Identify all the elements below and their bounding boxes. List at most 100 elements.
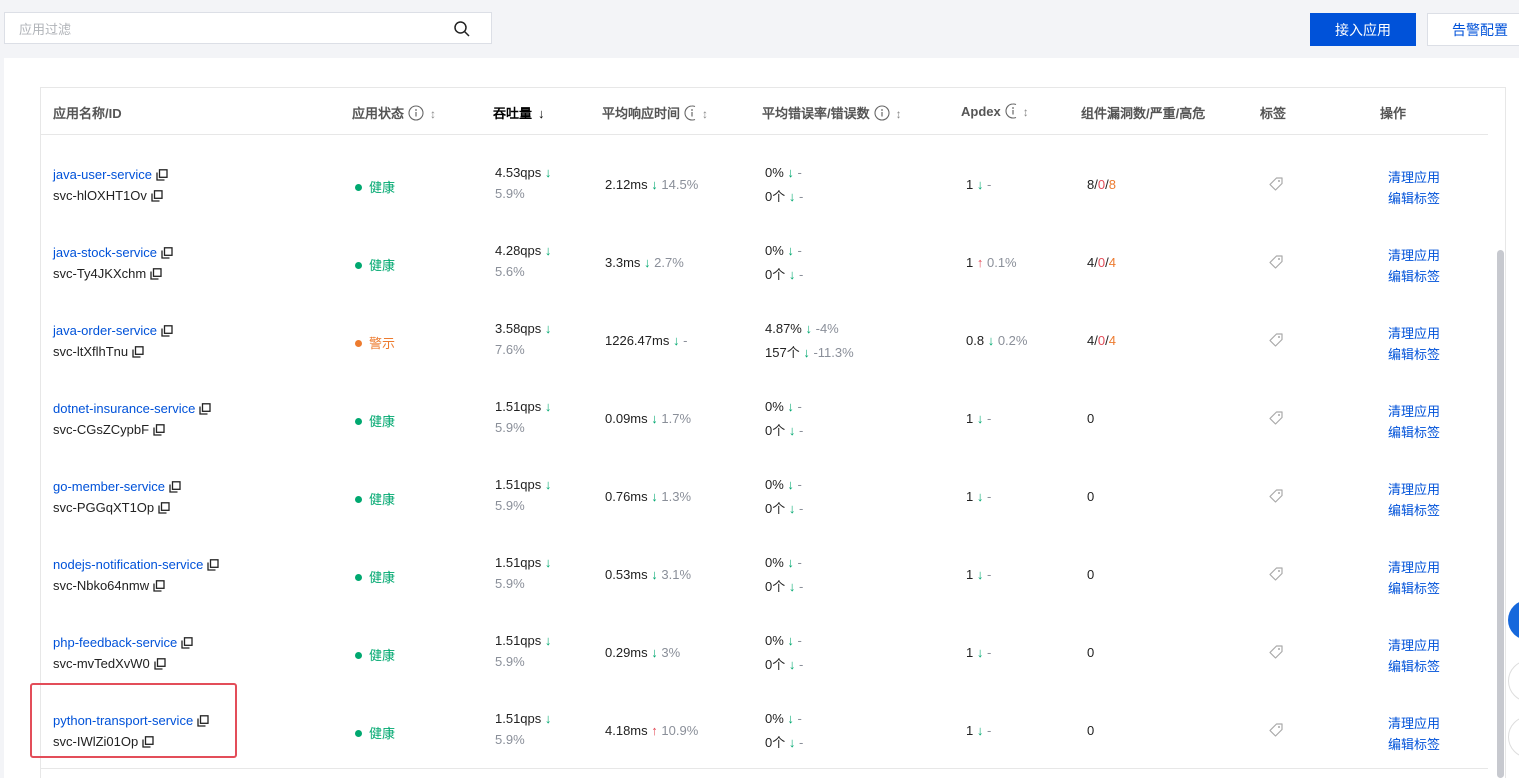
copy-icon[interactable] [150, 268, 162, 280]
apdex-change: - [986, 489, 992, 504]
info-icon[interactable] [408, 105, 424, 121]
clean-app-link[interactable]: 清理应用 [1388, 560, 1440, 575]
copy-icon[interactable] [153, 424, 165, 436]
app-table: 应用名称/ID 应用状态 ↕ 吞吐量 ↓ 平均响应时间 ↕ 平均错误率/错误数 ↕ Ap… [40, 87, 1506, 778]
edit-tags-link[interactable]: 编辑标签 [1388, 347, 1440, 362]
arrow-down-icon: ↓ [788, 657, 796, 672]
search-icon[interactable] [453, 20, 471, 38]
tag-icon[interactable] [1267, 721, 1285, 739]
clean-app-link[interactable]: 清理应用 [1388, 326, 1440, 341]
response-change: - [683, 333, 688, 348]
header-vuln: 组件漏洞数/严重/高危 [1081, 106, 1206, 121]
apdex-change: - [986, 177, 992, 192]
connect-app-button[interactable]: 接入应用 [1310, 13, 1416, 46]
app-name-link[interactable]: dotnet-insurance-service [53, 401, 195, 416]
highlight-box [30, 683, 237, 758]
app-name-cell: java-stock-service svc-Ty4JKXchm [53, 222, 333, 300]
edit-tags-link[interactable]: 编辑标签 [1388, 269, 1440, 284]
tag-icon[interactable] [1267, 253, 1285, 271]
tag-icon[interactable] [1267, 565, 1285, 583]
clean-app-link[interactable]: 清理应用 [1388, 638, 1440, 653]
app-name-link[interactable]: go-member-service [53, 479, 165, 494]
copy-icon[interactable] [132, 346, 144, 358]
apdex-value: 1 [966, 567, 974, 582]
arrow-down-icon: ↓ [787, 555, 794, 570]
error-count-change: - [798, 579, 804, 594]
alarm-config-button[interactable]: 告警配置 [1427, 13, 1519, 46]
copy-icon[interactable] [153, 580, 165, 592]
edit-tags-link[interactable]: 编辑标签 [1388, 737, 1440, 752]
copy-icon[interactable] [181, 637, 193, 649]
copy-icon[interactable] [161, 247, 173, 259]
sort-desc-icon[interactable]: ↓ [538, 106, 545, 121]
app-name-link[interactable]: java-stock-service [53, 245, 157, 260]
app-name-link[interactable]: php-feedback-service [53, 635, 177, 650]
vuln-total: 0 [1087, 645, 1095, 660]
edit-tags-link[interactable]: 编辑标签 [1388, 659, 1440, 674]
app-name-cell: php-feedback-service svc-mvTedXvW0 [53, 612, 333, 690]
clean-app-link[interactable]: 清理应用 [1388, 404, 1440, 419]
sort-icon[interactable]: ↕ [1023, 105, 1029, 119]
clean-app-link[interactable]: 清理应用 [1388, 248, 1440, 263]
sort-icon[interactable]: ↕ [702, 107, 708, 121]
tag-icon[interactable] [1267, 331, 1285, 349]
response-value: 0.53ms [605, 567, 648, 582]
qps-change: 5.9% [495, 498, 525, 513]
copy-icon[interactable] [158, 502, 170, 514]
arrow-down-icon: ↓ [976, 723, 984, 738]
sort-icon[interactable]: ↕ [896, 107, 902, 121]
arrow-down-icon: ↓ [803, 345, 810, 360]
header-throughput[interactable]: 吞吐量 ↓ [493, 103, 545, 122]
copy-icon[interactable] [156, 169, 168, 181]
arrow-down-icon: ↓ [976, 489, 984, 504]
clean-app-link[interactable]: 清理应用 [1388, 170, 1440, 185]
error-rate-change: - [797, 243, 802, 258]
clean-app-link[interactable]: 清理应用 [1388, 716, 1440, 731]
app-name-link[interactable]: java-order-service [53, 323, 157, 338]
header-avg-response[interactable]: 平均响应时间 ↕ [602, 103, 708, 122]
clean-app-link[interactable]: 清理应用 [1388, 482, 1440, 497]
copy-icon[interactable] [154, 658, 166, 670]
copy-icon[interactable] [151, 190, 163, 202]
error-count-change: - [798, 267, 804, 282]
edit-tags-link[interactable]: 编辑标签 [1388, 425, 1440, 440]
info-icon[interactable] [684, 105, 696, 121]
table-header: 应用名称/ID 应用状态 ↕ 吞吐量 ↓ 平均响应时间 ↕ 平均错误率/错误数 ↕ Ap… [41, 88, 1488, 135]
qps-value: 4.53qps [495, 165, 542, 180]
header-status[interactable]: 应用状态 ↕ [352, 103, 436, 122]
arrow-down-icon: ↓ [788, 423, 796, 438]
header-apdex[interactable]: Apdex ↕ [961, 103, 1029, 119]
info-icon[interactable] [1005, 103, 1017, 119]
response-change: 3% [661, 645, 681, 660]
header-ops: 操作 [1380, 106, 1407, 121]
edit-tags-link[interactable]: 编辑标签 [1388, 503, 1440, 518]
arrow-down-icon: ↓ [976, 177, 984, 192]
sort-icon[interactable]: ↕ [430, 107, 436, 121]
app-name-link[interactable]: nodejs-notification-service [53, 557, 203, 572]
info-icon[interactable] [874, 105, 890, 121]
status-dot [355, 418, 362, 425]
scrollbar-thumb[interactable] [1497, 250, 1504, 778]
header-error-rate[interactable]: 平均错误率/错误数 ↕ [762, 103, 902, 122]
search-input[interactable] [17, 19, 441, 39]
copy-icon[interactable] [199, 403, 212, 415]
tag-icon[interactable] [1267, 175, 1285, 193]
arrow-down-icon: ↓ [544, 711, 552, 726]
qps-value: 1.51qps [495, 477, 542, 492]
app-id: svc-CGsZCypbF [53, 422, 150, 437]
status-label: 健康 [369, 648, 396, 663]
tag-icon[interactable] [1267, 643, 1285, 661]
app-name-cell: nodejs-notification-service svc-Nbko64nmw [53, 534, 333, 612]
tag-icon[interactable] [1267, 487, 1285, 505]
qps-value: 4.28qps [495, 243, 542, 258]
copy-icon[interactable] [207, 559, 219, 571]
app-name-link[interactable]: java-user-service [53, 167, 152, 182]
edit-tags-link[interactable]: 编辑标签 [1388, 191, 1440, 206]
copy-icon[interactable] [169, 481, 181, 493]
error-rate: 0% [765, 711, 784, 726]
tag-icon[interactable] [1267, 409, 1285, 427]
edit-tags-link[interactable]: 编辑标签 [1388, 581, 1440, 596]
search-box[interactable] [4, 12, 492, 44]
error-count: 0个 [765, 501, 786, 516]
copy-icon[interactable] [161, 325, 173, 337]
